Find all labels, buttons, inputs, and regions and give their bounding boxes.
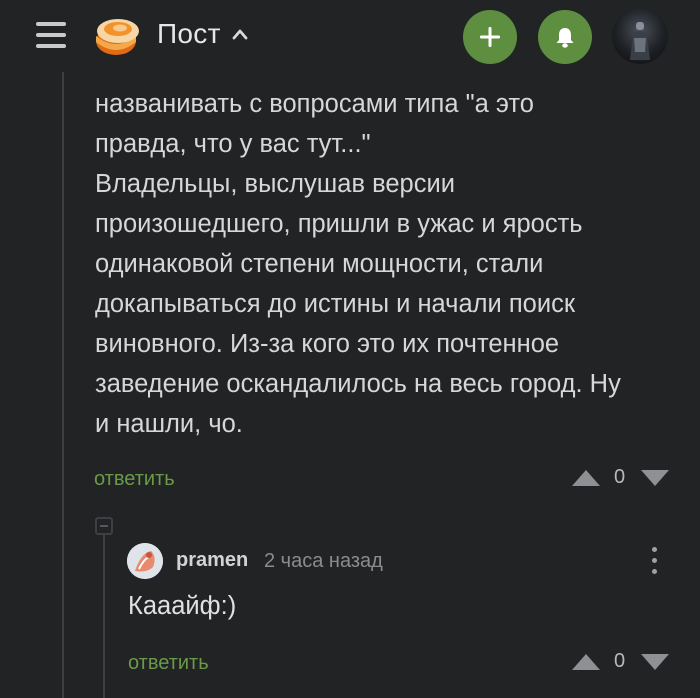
rating-value: 0: [614, 466, 626, 488]
plus-icon: [480, 27, 500, 47]
menu-button[interactable]: [36, 20, 66, 50]
reply-author-name[interactable]: pramen: [176, 549, 248, 572]
reply-author-avatar[interactable]: [127, 543, 163, 579]
collapse-thread-button[interactable]: [95, 517, 113, 535]
thread-line: [103, 535, 105, 698]
avatar-image: [630, 22, 650, 60]
downvote-icon[interactable]: [639, 651, 671, 673]
more-dot: [652, 547, 657, 552]
reply-text: Кааайф:): [128, 592, 237, 620]
page-title: Пост: [157, 18, 221, 49]
comment-text: названивать с вопросами типа "а это прав…: [95, 90, 621, 438]
reply-rating: 0: [570, 650, 671, 673]
user-avatar[interactable]: [612, 8, 668, 64]
more-options-icon[interactable]: [646, 545, 662, 577]
top-bar: Пост: [0, 0, 700, 72]
rating-value: 0: [614, 650, 626, 672]
downvote-icon[interactable]: [639, 467, 671, 489]
menu-icon-bar: [36, 33, 66, 37]
bell-icon: [556, 28, 574, 48]
chevron-up-icon: [232, 29, 248, 40]
notifications-button[interactable]: [538, 10, 592, 64]
add-post-button[interactable]: [463, 10, 517, 64]
upvote-icon[interactable]: [570, 467, 602, 489]
page-title-dropdown[interactable]: Пост: [157, 16, 249, 52]
more-dot: [652, 569, 657, 574]
reply-button[interactable]: ответить: [128, 652, 209, 675]
menu-icon-bar: [36, 44, 66, 48]
pikabu-logo-icon[interactable]: [92, 12, 142, 58]
upvote-icon[interactable]: [570, 651, 602, 673]
more-dot: [652, 558, 657, 563]
comment-rating: 0: [570, 466, 671, 489]
reply-timestamp: 2 часа назад: [264, 550, 383, 572]
menu-icon: [36, 22, 66, 26]
thread-line: [62, 72, 64, 698]
reply-button[interactable]: ответить: [94, 468, 175, 491]
avatar-image: [127, 543, 163, 579]
